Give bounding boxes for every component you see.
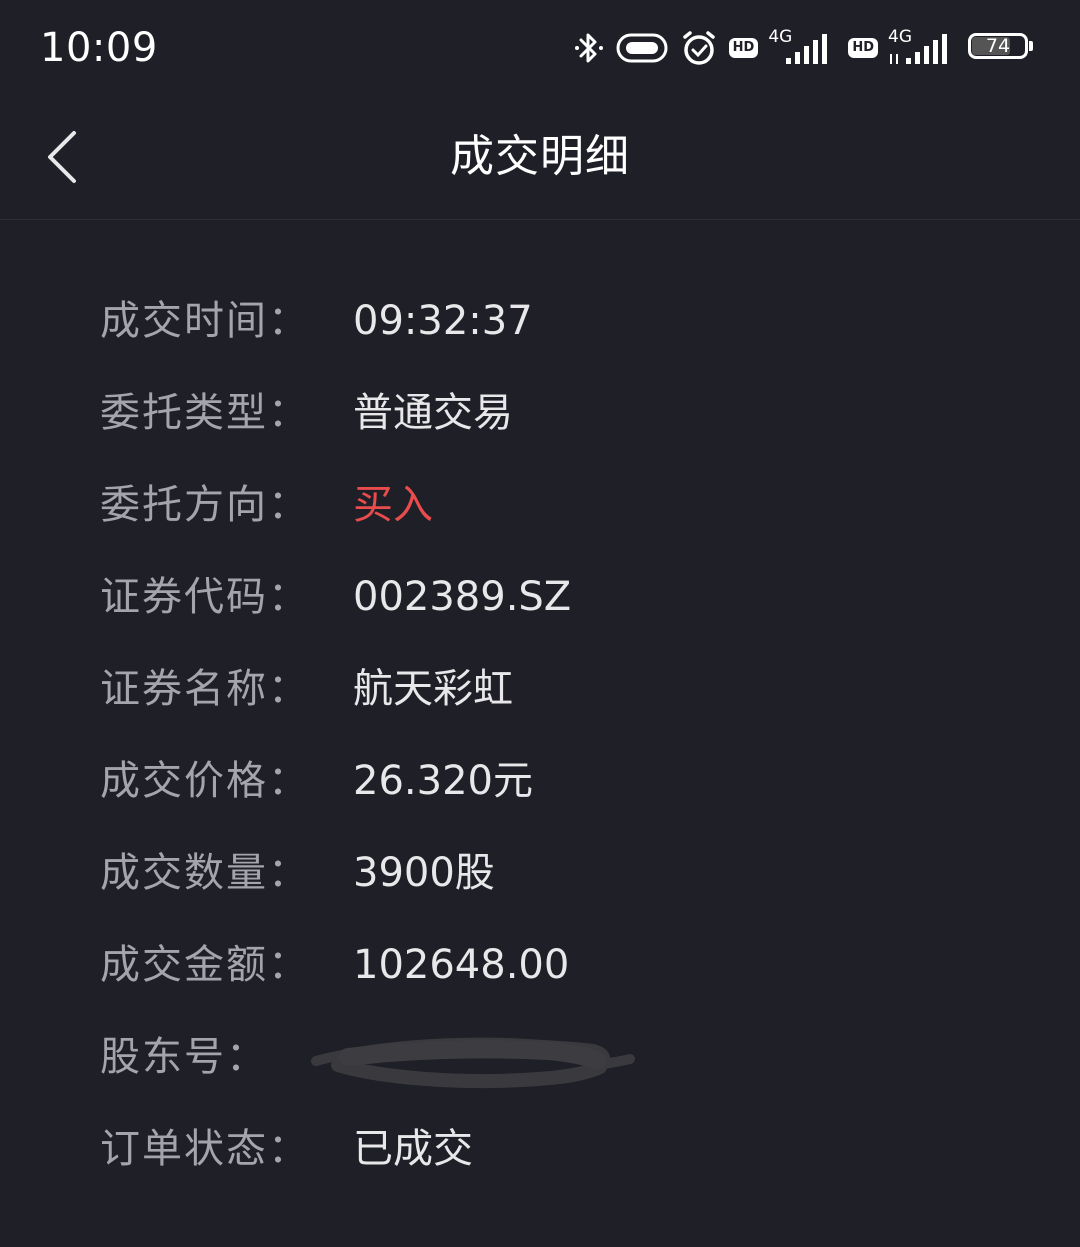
detail-label: 成交时间：	[100, 298, 310, 344]
detail-value: 已成交	[353, 1126, 473, 1172]
trade-details: 成交时间： 09:32:37 委托类型： 普通交易 委托方向： 买入 证券代码：…	[0, 275, 1080, 1195]
detail-value: 26.320元	[353, 758, 533, 804]
detail-row-order-status: 订单状态： 已成交	[0, 1103, 1080, 1195]
battery-level: 74	[985, 35, 1011, 57]
detail-row-security-code: 证券代码： 002389.SZ	[0, 551, 1080, 643]
detail-value: 3900股	[353, 850, 495, 896]
battery-icon: 74	[968, 33, 1036, 63]
detail-row-shareholder-id: 股东号：	[0, 1011, 1080, 1103]
signal-4g-icon: 4G	[888, 28, 958, 68]
hd-badge: HD	[728, 38, 759, 58]
detail-row-security-name: 证券名称： 航天彩虹	[0, 643, 1080, 735]
detail-label: 委托类型：	[100, 390, 310, 436]
status-bar: 10:09 HD 4G HD 4G 74	[0, 0, 1080, 95]
detail-row-direction: 委托方向： 买入	[0, 459, 1080, 551]
detail-value: 102648.00	[353, 942, 570, 988]
redaction-scribble	[311, 1037, 635, 1089]
detail-label: 成交金额：	[100, 942, 310, 988]
detail-value: 航天彩虹	[353, 666, 513, 712]
page-title: 成交明细	[450, 131, 630, 182]
nav-bar: 成交明细	[0, 95, 1080, 220]
detail-label: 成交数量：	[100, 850, 310, 896]
status-time: 10:09	[40, 25, 158, 71]
detail-label: 股东号：	[100, 1034, 268, 1080]
detail-value: 002389.SZ	[353, 574, 572, 620]
detail-label: 成交价格：	[100, 758, 310, 804]
hd-badge: HD	[848, 38, 878, 58]
detail-row-order-type: 委托类型： 普通交易	[0, 367, 1080, 459]
status-icons: HD 4G HD 4G 74	[573, 26, 1036, 70]
bluetooth-icon	[573, 28, 605, 68]
detail-label: 证券名称：	[100, 666, 310, 712]
detail-value: 普通交易	[353, 390, 513, 436]
detail-label: 委托方向：	[100, 482, 310, 528]
detail-value-buy: 买入	[353, 482, 433, 528]
vibrate-icon	[615, 30, 669, 66]
detail-row-quantity: 成交数量： 3900股	[0, 827, 1080, 919]
detail-row-price: 成交价格： 26.320元	[0, 735, 1080, 827]
alarm-icon	[679, 28, 719, 68]
signal-4g-icon: 4G	[768, 28, 838, 68]
detail-label: 证券代码：	[100, 574, 310, 620]
detail-row-amount: 成交金额： 102648.00	[0, 919, 1080, 1011]
detail-value: 09:32:37	[353, 298, 533, 344]
detail-row-trade-time: 成交时间： 09:32:37	[0, 275, 1080, 367]
detail-label: 订单状态：	[100, 1126, 310, 1172]
